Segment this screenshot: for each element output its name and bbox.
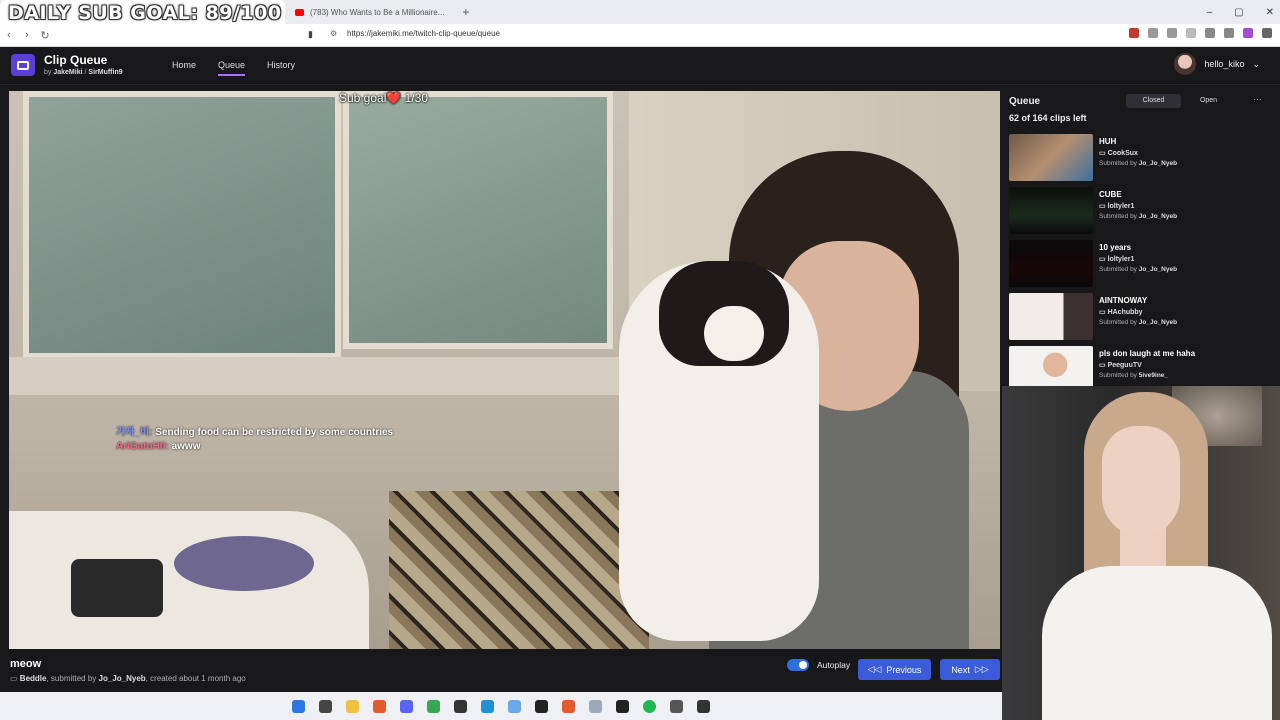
extension-icon[interactable] — [1167, 28, 1177, 38]
tab-youtube[interactable]: (783) Who Wants to Be a Millionaire... — [285, 0, 454, 24]
extension-icon[interactable] — [1186, 28, 1196, 38]
daily-sub-goal-overlay: DAILY SUB GOAL: 89/100 — [8, 2, 282, 24]
clip-thumbnail — [1009, 134, 1093, 181]
previous-button[interactable]: ◁◁ Previous — [858, 659, 931, 680]
edge-icon[interactable] — [481, 699, 494, 713]
collections-icon[interactable] — [1224, 28, 1234, 38]
obs-icon[interactable] — [616, 699, 629, 713]
address-bar: ‹ › ↻ ▮ ⚙ https://jakemiki.me/twitch-cli… — [0, 24, 1280, 47]
new-tab-button[interactable]: + — [454, 5, 477, 19]
rewind-icon: ◁◁ — [867, 664, 882, 674]
clip-thumbnail — [1009, 187, 1093, 234]
nav-history[interactable]: History — [267, 60, 295, 76]
app-icon[interactable] — [454, 699, 467, 713]
queue-item[interactable]: AINTNOWAY ▭ HAchubby Submitted by Jo_Jo_… — [1009, 293, 1269, 341]
chat-message: AriGatoH0: awww — [116, 441, 201, 452]
maximize-button[interactable]: ▢ — [1234, 7, 1243, 18]
username: hello_kiko — [1204, 59, 1245, 69]
avatar — [1174, 53, 1197, 75]
chrome-icon[interactable] — [427, 699, 440, 713]
window-controls: – ▢ ✕ — [1207, 0, 1274, 24]
queue-item[interactable]: HUH ▭ CookSux Submitted by Jo_Jo_Nyeb — [1009, 134, 1269, 182]
app-title: Clip Queue — [44, 53, 108, 67]
profile-icon[interactable] — [1243, 28, 1253, 38]
autoplay-toggle[interactable] — [787, 659, 809, 671]
twitch-icon: ▭ — [10, 674, 18, 683]
brave-icon[interactable] — [562, 699, 575, 713]
clip-thumbnail — [1009, 293, 1093, 340]
tv-logo-icon[interactable] — [11, 54, 35, 76]
autoplay-control: Autoplay — [787, 659, 850, 671]
terminal-icon[interactable] — [697, 699, 710, 713]
start-icon[interactable] — [292, 699, 305, 713]
brave-icon[interactable] — [373, 699, 386, 713]
main-nav: Home Queue History — [172, 60, 295, 76]
minimize-button[interactable]: – — [1207, 7, 1213, 18]
app-icon[interactable] — [589, 699, 602, 713]
queue-title: Queue — [1009, 96, 1041, 107]
windows-taskbar — [0, 692, 1002, 720]
app-header: Clip Queue by JakeMiki / SirMuffin9 Home… — [0, 47, 1280, 85]
back-icon[interactable]: ‹ — [0, 29, 18, 41]
spotify-icon[interactable] — [643, 699, 656, 713]
more-options-icon[interactable]: ··· — [1253, 94, 1262, 104]
extension-icon[interactable] — [1129, 28, 1139, 38]
queue-count: 62 of 164 clips left — [1009, 113, 1087, 123]
app-icon[interactable] — [508, 699, 521, 713]
app-icon[interactable] — [535, 699, 548, 713]
video-scene — [23, 91, 341, 359]
clip-video-player[interactable]: Sub goal❤️ 1/30 가자_비: Sending food can b… — [9, 91, 1000, 649]
app-byline: by JakeMiki / SirMuffin9 — [44, 69, 123, 76]
queue-panel: Queue Closed Open ··· 62 of 164 clips le… — [1000, 86, 1280, 393]
task-view-icon[interactable] — [319, 699, 332, 713]
autoplay-label: Autoplay — [817, 660, 851, 670]
webcam-overlay — [1002, 386, 1280, 720]
menu-icon[interactable] — [1262, 28, 1272, 38]
app-icon[interactable] — [670, 699, 683, 713]
clip-channel-link[interactable]: Beddle — [20, 674, 47, 683]
tab-open[interactable]: Open — [1181, 94, 1236, 108]
next-button[interactable]: Next ▷▷ — [940, 659, 1000, 680]
clip-meta: ▭ Beddle, submitted by Jo_Jo_Nyeb, creat… — [10, 674, 246, 683]
reload-icon[interactable]: ↻ — [36, 29, 54, 42]
tab-youtube-label: (783) Who Wants to Be a Millionaire... — [310, 7, 445, 17]
music-icon[interactable] — [1205, 28, 1215, 38]
youtube-icon — [295, 8, 304, 16]
nav-queue[interactable]: Queue — [218, 60, 246, 76]
author-sirmuffin-link[interactable]: SirMuffin9 — [88, 69, 122, 76]
clip-submitter: Jo_Jo_Nyeb — [98, 674, 146, 683]
url-field[interactable]: https://jakemiki.me/twitch-clip-queue/qu… — [347, 29, 500, 38]
queue-item[interactable]: 10 years ▭ loltyler1 Submitted by Jo_Jo_… — [1009, 240, 1269, 288]
clip-thumbnail — [1009, 240, 1093, 287]
chevron-down-icon: ⌄ — [1252, 58, 1260, 69]
bookmark-icon[interactable]: ▮ — [308, 29, 313, 40]
clip-title: meow — [10, 658, 42, 670]
queue-status-toggle: Closed Open — [1126, 94, 1236, 108]
site-settings-icon[interactable]: ⚙ — [330, 29, 337, 38]
discord-icon[interactable] — [400, 699, 413, 713]
close-window-button[interactable]: ✕ — [1266, 7, 1274, 18]
tab-closed[interactable]: Closed — [1126, 94, 1181, 108]
nav-home[interactable]: Home — [172, 60, 196, 76]
file-explorer-icon[interactable] — [346, 699, 359, 713]
chat-message: 가자_비: Sending food can be restricted by … — [116, 427, 394, 438]
user-menu[interactable]: hello_kiko ⌄ — [1174, 53, 1260, 75]
author-jakemiki-link[interactable]: JakeMiki — [53, 69, 82, 76]
extension-bar — [1129, 28, 1272, 38]
forward-icon[interactable]: › — [18, 29, 36, 41]
fast-forward-icon: ▷▷ — [974, 664, 989, 674]
stream-chat-overlay: 가자_비: Sending food can be restricted by … — [116, 426, 416, 454]
extension-icon[interactable] — [1148, 28, 1158, 38]
sub-goal-overlay: Sub goal❤️ 1/30 — [339, 91, 429, 105]
queue-item[interactable]: CUBE ▭ loltyler1 Submitted by Jo_Jo_Nyeb — [1009, 187, 1269, 235]
